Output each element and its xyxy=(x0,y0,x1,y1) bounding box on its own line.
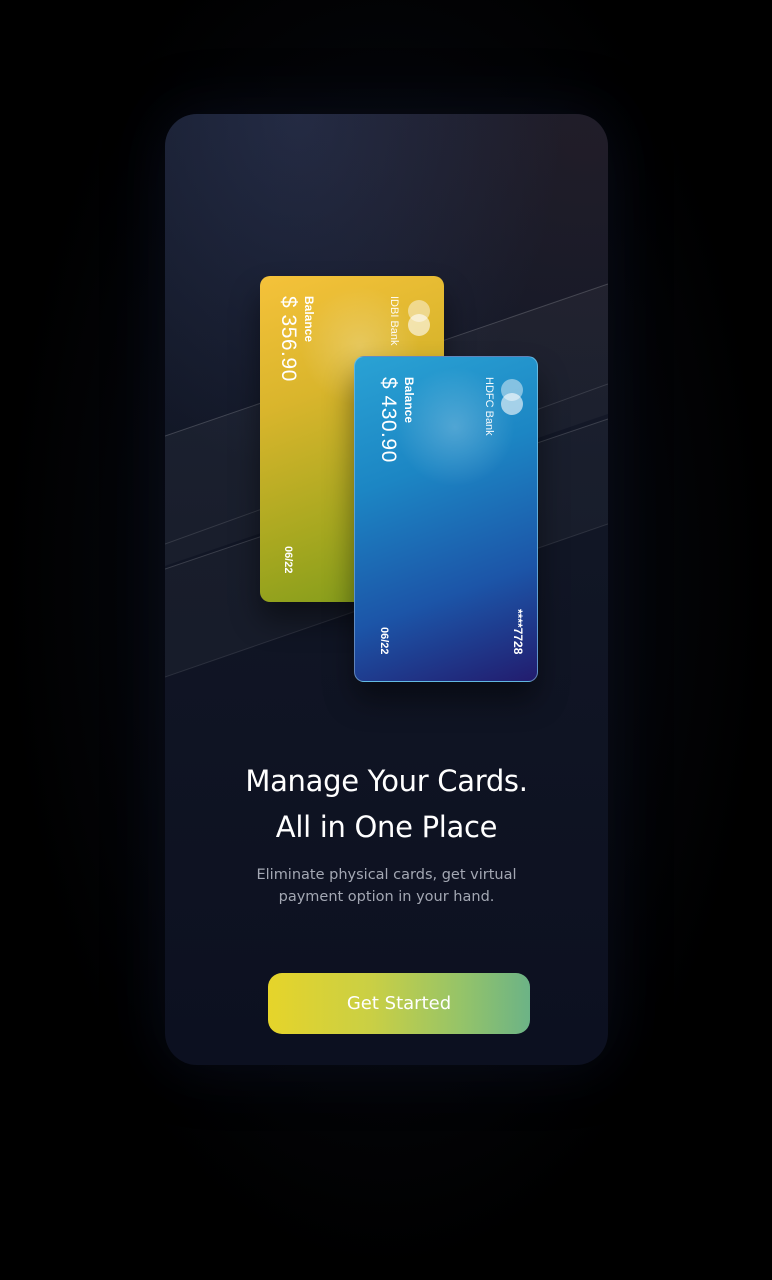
subtitle-line-2: payment option in your hand. xyxy=(278,889,495,905)
screen: IDBI Bank Balance $ 356.90 06/22 HDFC Ba… xyxy=(0,0,772,1280)
card-balance-value: $ 430.90 xyxy=(377,377,400,463)
card-number: ****7728 xyxy=(511,609,525,655)
card-bank-name: IDBI Bank xyxy=(388,296,400,346)
subtitle-line-1: Eliminate physical cards, get virtual xyxy=(256,867,517,883)
get-started-label: Get Started xyxy=(346,993,452,1014)
card-balance-value: $ 356.90 xyxy=(277,296,300,382)
card-expiry: 06/22 xyxy=(282,546,294,574)
card-expiry: 06/22 xyxy=(378,627,390,655)
headline-line-2: All in One Place xyxy=(275,810,498,844)
card-bank-name: HDFC Bank xyxy=(483,377,495,436)
onboarding-panel: IDBI Bank Balance $ 356.90 06/22 HDFC Ba… xyxy=(165,114,608,1065)
card-network-icon xyxy=(501,379,523,415)
get-started-button[interactable]: Get Started xyxy=(268,973,530,1034)
card-balance-label: Balance xyxy=(302,296,316,343)
headline-line-1: Manage Your Cards. xyxy=(245,764,528,798)
card-network-icon xyxy=(408,300,430,336)
card-balance-label: Balance xyxy=(402,377,416,424)
card-hdfc[interactable]: HDFC Bank Balance $ 430.90 06/22 ****772… xyxy=(354,356,538,682)
